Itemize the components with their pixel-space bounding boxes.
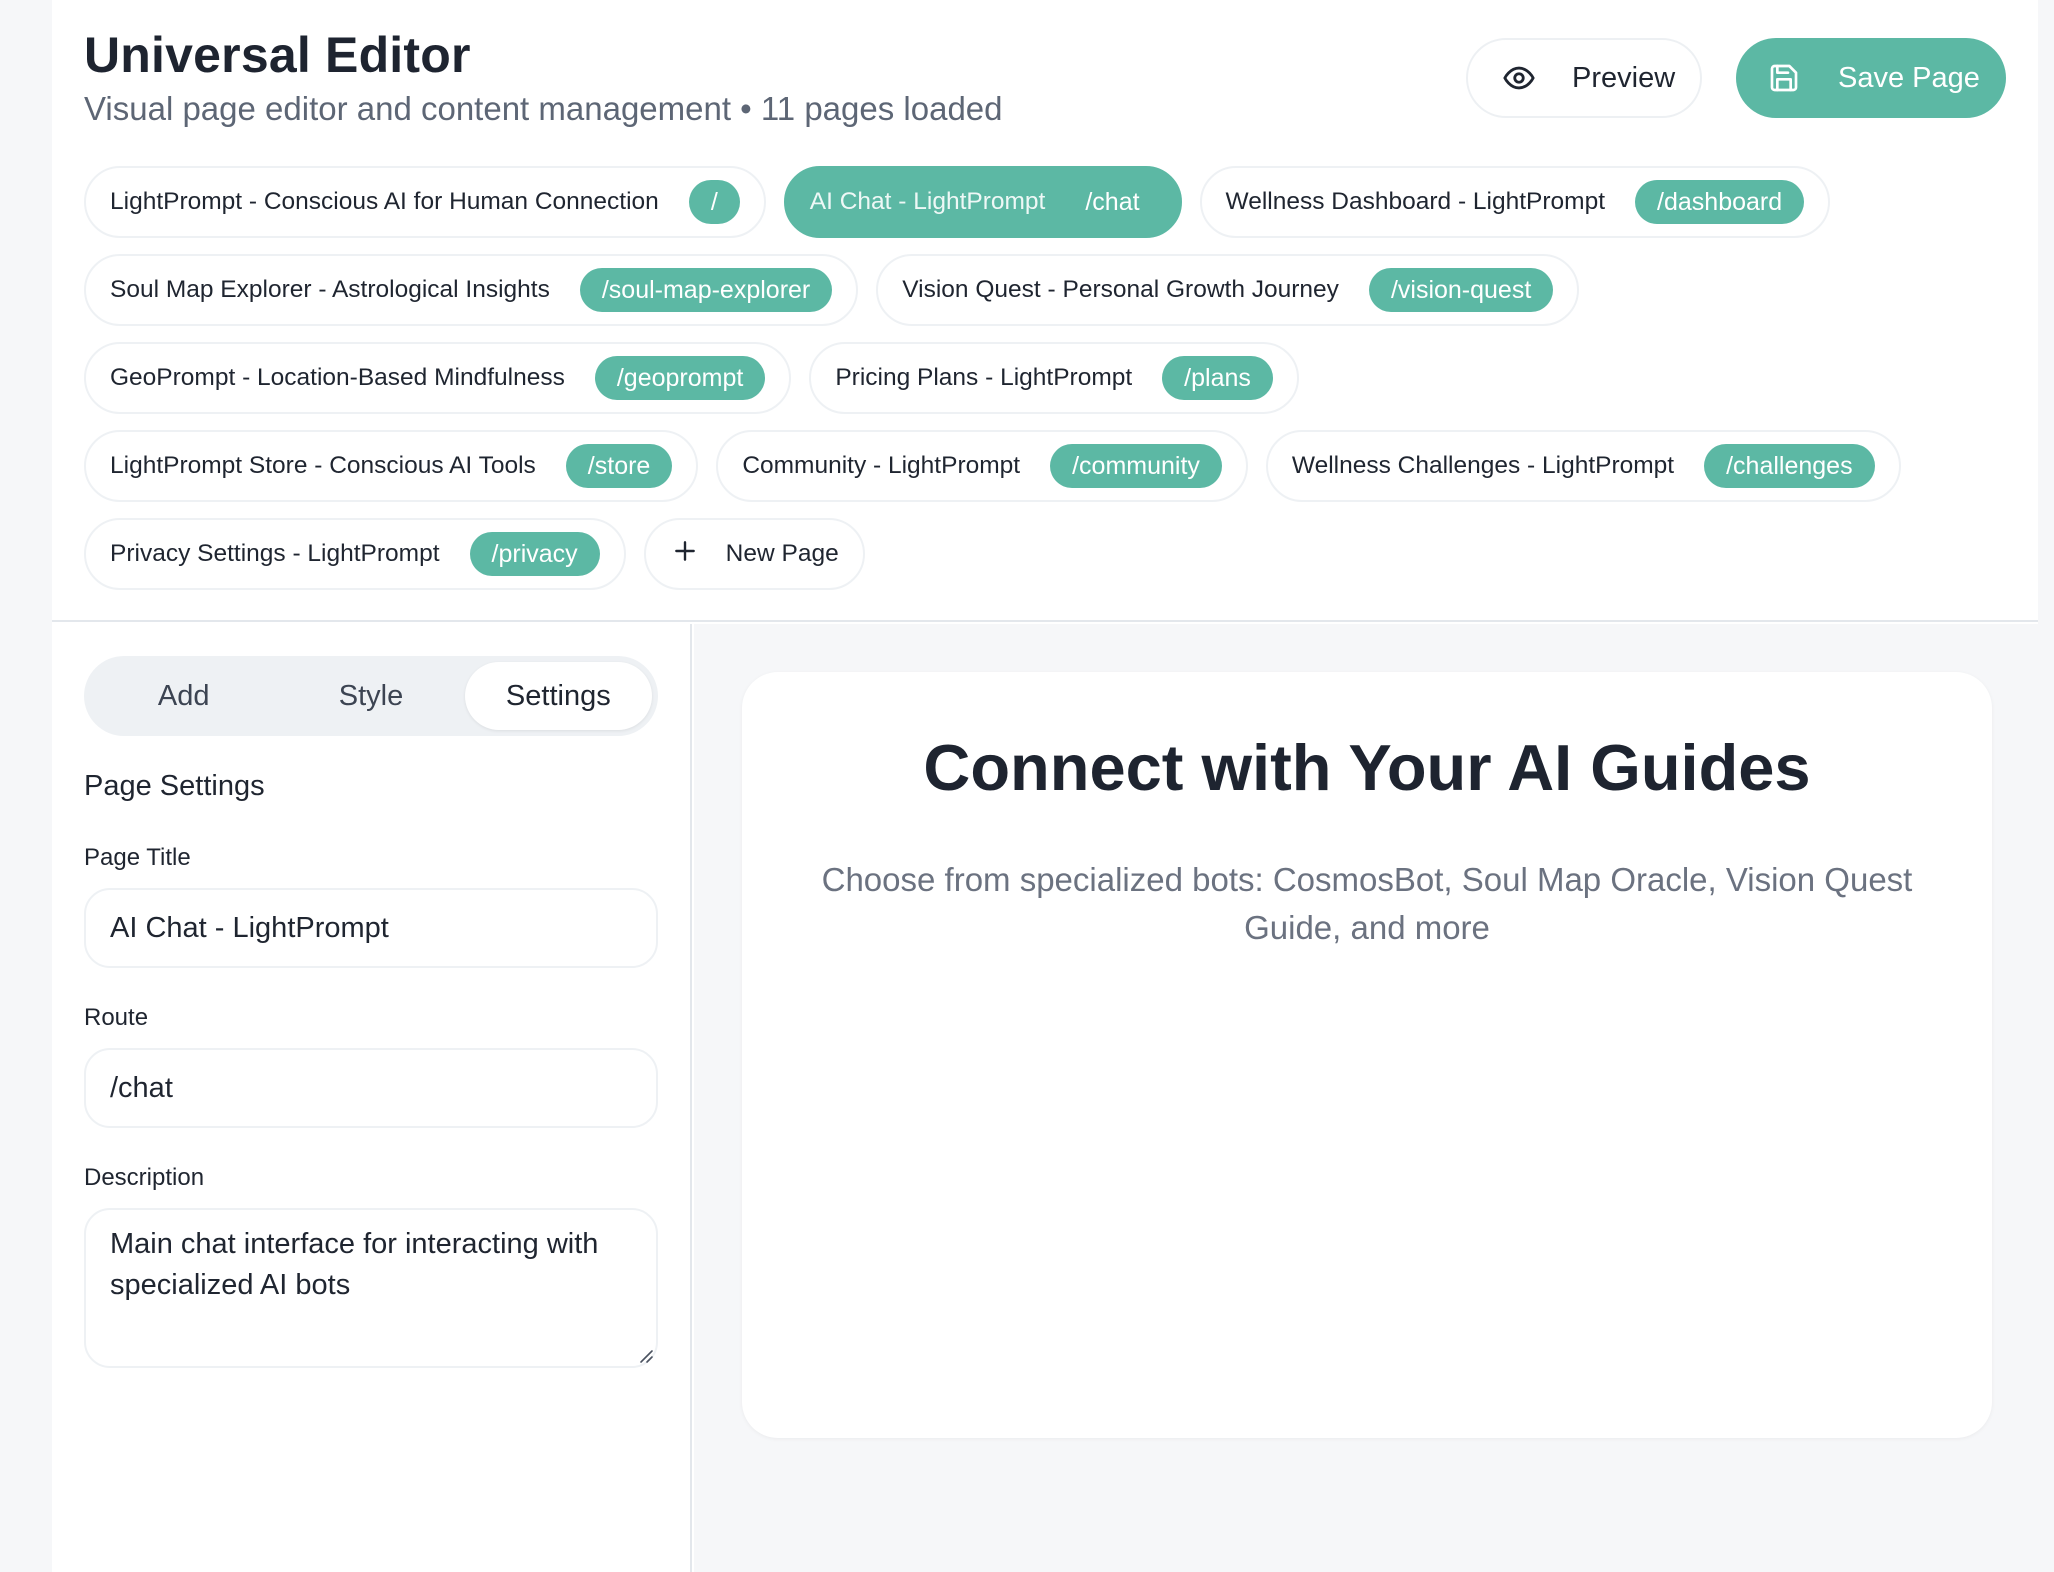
description-label: Description — [84, 1164, 205, 1191]
hero-title[interactable]: Connect with Your AI Guides — [742, 730, 1992, 805]
section-title: Page Settings — [84, 770, 265, 802]
page-chip-route: /dashboard — [1635, 180, 1805, 224]
settings-sidebar: Add Style Settings Page Settings Page Ti… — [52, 624, 692, 1572]
page-chip-route: /vision-quest — [1368, 268, 1554, 312]
page-chip[interactable]: GeoPrompt - Location-Based Mindfulness /… — [84, 342, 792, 414]
page-chip-route: /chat — [1085, 188, 1140, 216]
page-section-card[interactable]: Connect with Your AI Guides Choose from … — [742, 672, 1992, 1438]
page-chip[interactable]: LightPrompt - Conscious AI for Human Con… — [84, 166, 766, 238]
page-chip[interactable]: Wellness Challenges - LightPrompt /chall… — [1265, 430, 1901, 502]
page-chip-title: Vision Quest - Personal Growth Journey — [902, 276, 1339, 303]
page-chip-active[interactable]: AI Chat - LightPrompt /chat — [783, 166, 1182, 238]
new-page-button[interactable]: New Page — [643, 518, 865, 590]
page-chip-title: AI Chat - LightPrompt — [809, 188, 1046, 215]
page-chip-route: /community — [1050, 444, 1222, 488]
page-chip[interactable]: LightPrompt Store - Conscious AI Tools /… — [84, 430, 699, 502]
save-icon — [1768, 62, 1800, 94]
page-chip[interactable]: Privacy Settings - LightPrompt /privacy — [84, 518, 626, 590]
page-subtitle: Visual page editor and content managemen… — [84, 90, 1003, 127]
page-list: LightPrompt - Conscious AI for Human Con… — [84, 166, 2014, 606]
save-page-button[interactable]: Save Page — [1736, 38, 2006, 118]
page-chip-route: /plans — [1162, 356, 1273, 400]
page-title-input[interactable] — [84, 888, 658, 968]
page-chip[interactable]: Pricing Plans - LightPrompt /plans — [809, 342, 1299, 414]
page-chip[interactable]: Vision Quest - Personal Growth Journey /… — [876, 254, 1580, 326]
page-chip-title: Wellness Dashboard - LightPrompt — [1225, 188, 1606, 215]
page-chip-title: LightPrompt Store - Conscious AI Tools — [110, 452, 536, 479]
page-chip-title: Soul Map Explorer - Astrological Insight… — [110, 276, 550, 303]
page-chip[interactable]: Community - LightPrompt /community — [716, 430, 1248, 502]
resize-handle-icon[interactable] — [638, 1348, 654, 1364]
preview-canvas: Connect with Your AI Guides Choose from … — [694, 624, 2038, 1572]
save-label: Save Page — [1838, 61, 1980, 94]
route-label: Route — [84, 1004, 149, 1031]
page-title-label: Page Title — [84, 844, 191, 871]
eye-icon — [1502, 61, 1536, 95]
page-chip-route: /geoprompt — [594, 356, 766, 400]
page-chip-route: /challenges — [1704, 444, 1875, 488]
route-input[interactable] — [84, 1048, 658, 1128]
page-chip-route: /soul-map-explorer — [579, 268, 833, 312]
editor-header: Universal Editor Visual page editor and … — [52, 0, 2038, 622]
tab-settings[interactable]: Settings — [464, 662, 652, 730]
description-textarea[interactable]: Main chat interface for interacting with… — [84, 1208, 658, 1368]
page-chip-route: /store — [565, 444, 673, 488]
sidebar-tabs: Add Style Settings — [84, 656, 658, 736]
page-chip-route: / — [688, 180, 740, 224]
editor-app: Universal Editor Visual page editor and … — [52, 0, 2038, 1572]
page-chip[interactable]: Wellness Dashboard - LightPrompt /dashbo… — [1199, 166, 1831, 238]
tab-add[interactable]: Add — [90, 662, 277, 730]
page-chip-title: Wellness Challenges - LightPrompt — [1291, 452, 1675, 479]
hero-subtitle[interactable]: Choose from specialized bots: CosmosBot,… — [792, 856, 1942, 952]
tab-style[interactable]: Style — [277, 662, 464, 730]
plus-icon — [672, 538, 698, 571]
page-chip-title: Pricing Plans - LightPrompt — [835, 364, 1133, 391]
new-page-label: New Page — [725, 540, 839, 567]
page-title: Universal Editor — [84, 27, 471, 83]
page-chip-route: /privacy — [469, 532, 600, 576]
page-chip-title: GeoPrompt - Location-Based Mindfulness — [110, 364, 565, 391]
page-chip-title: Privacy Settings - LightPrompt — [110, 540, 440, 567]
page-chip-title: LightPrompt - Conscious AI for Human Con… — [110, 188, 659, 215]
page-chip[interactable]: Soul Map Explorer - Astrological Insight… — [84, 254, 859, 326]
preview-button[interactable]: Preview — [1466, 38, 1702, 118]
preview-label: Preview — [1572, 61, 1676, 94]
page-chip-title: Community - LightPrompt — [742, 452, 1021, 479]
